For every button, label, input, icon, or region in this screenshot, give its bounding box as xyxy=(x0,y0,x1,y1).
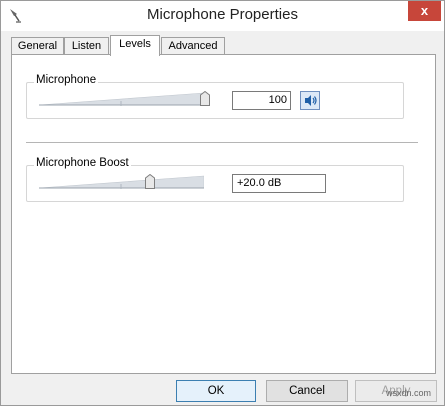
microphone-level-field[interactable]: 100 xyxy=(232,91,291,110)
microphone-boost-group: Microphone Boost +20.0 dB xyxy=(26,157,404,202)
tab-label: Advanced xyxy=(168,40,218,52)
microphone-boost-label: Microphone Boost xyxy=(34,157,131,169)
title-bar[interactable]: Microphone Properties x xyxy=(1,1,444,31)
cancel-button[interactable]: Cancel xyxy=(266,380,348,402)
boost-level-value: +20.0 dB xyxy=(237,177,282,189)
tab-levels[interactable]: Levels xyxy=(110,35,160,56)
tab-label: Levels xyxy=(119,38,151,50)
tab-label: General xyxy=(17,40,58,52)
boost-slider-thumb[interactable] xyxy=(145,174,155,189)
tab-general[interactable]: General xyxy=(11,37,64,55)
microphone-level-value: 100 xyxy=(268,94,287,106)
boost-level-field[interactable]: +20.0 dB xyxy=(232,174,326,193)
tab-label: Listen xyxy=(71,40,102,52)
mute-toggle-button[interactable] xyxy=(300,91,320,110)
microphone-label: Microphone xyxy=(34,74,99,86)
levels-panel: Microphone 100 Microphone Boost +20.0 dB xyxy=(11,54,436,374)
ok-label: OK xyxy=(207,385,225,397)
section-divider xyxy=(26,142,418,143)
ok-button[interactable]: OK xyxy=(176,380,256,402)
close-icon: x xyxy=(420,3,429,18)
microphone-slider-thumb[interactable] xyxy=(200,91,210,106)
tab-listen[interactable]: Listen xyxy=(64,37,109,55)
speaker-icon xyxy=(305,95,317,106)
close-button[interactable]: x xyxy=(408,1,441,21)
dialog-window: Microphone Properties x General Listen L… xyxy=(0,0,445,406)
cancel-label: Cancel xyxy=(289,385,325,397)
microphone-level-slider[interactable] xyxy=(39,91,204,106)
tab-advanced[interactable]: Advanced xyxy=(161,37,225,55)
window-title: Microphone Properties xyxy=(147,6,298,23)
microphone-group: Microphone 100 xyxy=(26,74,404,119)
watermark: wsxdn.com xyxy=(386,388,432,398)
boost-level-slider[interactable] xyxy=(39,174,204,189)
